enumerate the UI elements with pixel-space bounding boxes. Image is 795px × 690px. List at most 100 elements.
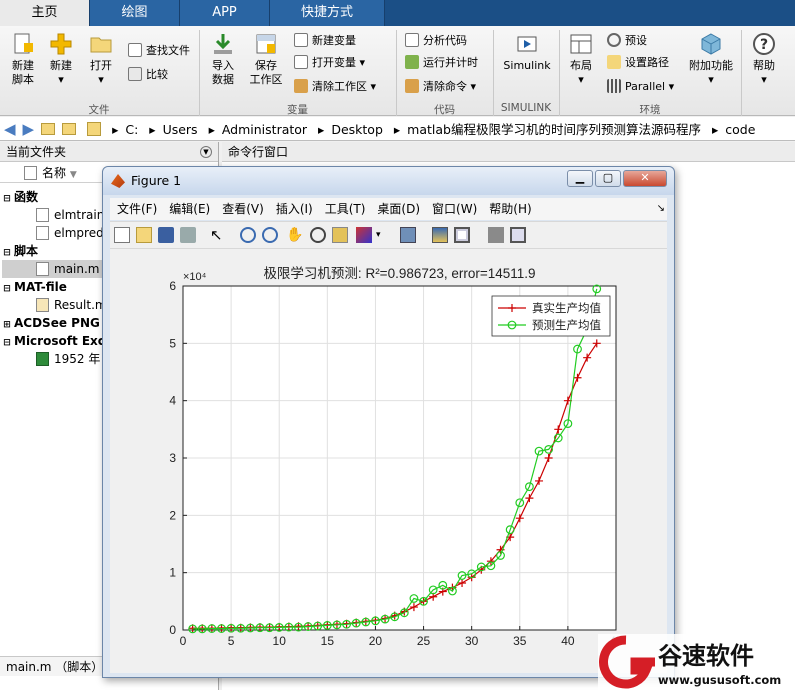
breadcrumb-segment[interactable]: code <box>725 122 755 137</box>
dock-arrow-icon[interactable]: ↘ <box>657 198 665 220</box>
zoom-out-icon[interactable] <box>262 227 278 243</box>
tree-group-functions[interactable]: ⊟ 函数 <box>0 188 38 206</box>
breadcrumb-segment[interactable]: C: <box>125 122 138 137</box>
menu-window[interactable]: 窗口(W) <box>432 202 477 216</box>
watermark-logo: 谷速软件 www.gususoft.com <box>598 634 795 690</box>
menu-help[interactable]: 帮助(H) <box>489 202 531 216</box>
hide-plot-tools-icon[interactable] <box>488 227 504 243</box>
menu-edit[interactable]: 编辑(E) <box>169 202 210 216</box>
analyze-code-button[interactable]: 分析代码 <box>405 32 467 50</box>
colorbar-icon[interactable] <box>432 227 448 243</box>
simulink-button[interactable]: Simulink <box>500 32 554 73</box>
figure-window[interactable]: Figure 1 ▁ ▢ ✕ 文件(F) 编辑(E) 查看(V) 插入(I) 工具(T)… <box>102 166 675 678</box>
ribbon-tab-bar: 主页 绘图 APP 快捷方式 <box>0 0 795 26</box>
preferences-button[interactable]: 预设 <box>607 32 647 50</box>
new-variable-button[interactable]: 新建变量 <box>294 32 356 50</box>
maximize-button[interactable]: ▢ <box>595 170 621 187</box>
pointer-icon[interactable]: ↖ <box>210 227 226 243</box>
browse-icon[interactable] <box>62 123 77 135</box>
brush-icon[interactable] <box>356 227 372 243</box>
x-tick-label: 20 <box>369 634 383 648</box>
list-item[interactable]: elmtrain <box>36 206 104 224</box>
data-cursor-icon[interactable] <box>332 227 348 243</box>
list-item[interactable]: elmpredi <box>36 224 107 242</box>
tab-shortcuts[interactable]: 快捷方式 <box>270 0 385 26</box>
ribbon: 新建 脚本 新建 ▾ 打开 ▾ 查找文件 比较 文件 导入 数据 保存 工作区 新建… <box>0 26 795 116</box>
tree-group-microsoft-excel[interactable]: ⊟ Microsoft Exc <box>0 332 105 350</box>
compare-button[interactable]: 比较 <box>128 66 168 84</box>
tree-group-scripts[interactable]: ⊟ 脚本 <box>0 242 38 260</box>
tree-group-mat-file[interactable]: ⊟ MAT-file <box>0 278 67 296</box>
zoom-in-icon[interactable] <box>240 227 256 243</box>
show-plot-tools-icon[interactable] <box>510 227 526 243</box>
import-data-button[interactable]: 导入 数据 <box>206 32 240 87</box>
run-and-time-button[interactable]: 运行并计时 <box>405 54 478 72</box>
new-button[interactable]: 新建 ▾ <box>44 32 78 87</box>
new-script-button[interactable]: 新建 脚本 <box>6 32 40 87</box>
run-time-icon <box>405 55 419 69</box>
find-files-button[interactable]: 查找文件 <box>128 42 190 60</box>
open-button[interactable]: 打开 ▾ <box>84 32 118 87</box>
forward-icon[interactable]: ▶ <box>23 120 35 138</box>
compare-icon <box>128 67 142 81</box>
menu-desktop[interactable]: 桌面(D) <box>377 202 420 216</box>
root-folder-icon <box>87 122 102 136</box>
up-folder-icon[interactable] <box>41 123 56 135</box>
current-folder-header: 当前文件夹 ▼ <box>0 142 218 162</box>
y-tick-label: 3 <box>169 451 176 465</box>
figure-canvas: 0510152025303540450123456×10⁴极限学习机预测: R²… <box>110 249 667 673</box>
tab-plots[interactable]: 绘图 <box>90 0 180 26</box>
clear-workspace-button[interactable]: 清除工作区 ▾ <box>294 78 376 96</box>
set-path-button[interactable]: 设置路径 <box>607 54 669 72</box>
new-figure-icon[interactable] <box>114 227 130 243</box>
tab-apps[interactable]: APP <box>180 0 270 26</box>
save-icon[interactable] <box>158 227 174 243</box>
brush-icon <box>405 79 419 93</box>
list-item[interactable]: 1952 年 <box>36 350 100 368</box>
excel-file-icon <box>36 352 49 366</box>
legend-label: 真实生产均值 <box>532 301 601 315</box>
tab-home[interactable]: 主页 <box>0 0 90 26</box>
y-tick-label: 5 <box>169 336 176 350</box>
save-workspace-button[interactable]: 保存 工作区 <box>246 32 286 87</box>
brush-dropdown-icon[interactable]: ▾ <box>376 227 392 243</box>
file-icon <box>24 166 37 180</box>
breadcrumb-segment[interactable]: Desktop <box>331 122 383 137</box>
separator <box>741 30 742 116</box>
open-variable-button[interactable]: 打开变量 ▾ <box>294 54 365 72</box>
link-plot-icon[interactable] <box>400 227 416 243</box>
tree-group-acdsee-png[interactable]: ⊞ ACDSee PNG <box>0 314 100 332</box>
pan-hand-icon[interactable]: ✋ <box>286 227 303 243</box>
breadcrumb-segment[interactable]: Administrator <box>222 122 307 137</box>
menu-file[interactable]: 文件(F) <box>117 202 157 216</box>
back-icon[interactable]: ◀ <box>4 120 16 138</box>
file-group-label: 文件 <box>88 104 110 116</box>
menu-insert[interactable]: 插入(I) <box>276 202 313 216</box>
menu-view[interactable]: 查看(V) <box>222 202 264 216</box>
svg-text:?: ? <box>760 37 768 53</box>
help-button[interactable]: ? 帮助 ▾ <box>748 32 780 87</box>
layout-icon <box>570 34 592 54</box>
legend-icon[interactable] <box>454 227 470 243</box>
panel-menu-icon[interactable]: ▼ <box>200 146 212 158</box>
close-button[interactable]: ✕ <box>623 170 667 187</box>
figure-title-bar[interactable]: Figure 1 ▁ ▢ ✕ <box>103 167 674 195</box>
breadcrumb-segment[interactable]: matlab编程极限学习机的时间序列预测算法源码程序 <box>407 122 701 137</box>
list-item[interactable]: Result.m <box>36 296 107 314</box>
function-file-icon <box>36 226 49 240</box>
y-tick-label: 6 <box>169 279 176 293</box>
minimize-button[interactable]: ▁ <box>567 170 593 187</box>
open-file-icon[interactable] <box>136 227 152 243</box>
breadcrumb-segment[interactable]: Users <box>163 122 198 137</box>
open-variable-icon <box>294 55 308 69</box>
clear-commands-button[interactable]: 清除命令 ▾ <box>405 78 476 96</box>
chart[interactable]: 0510152025303540450123456×10⁴极限学习机预测: R²… <box>110 249 667 673</box>
rotate-3d-icon[interactable] <box>310 227 326 243</box>
layout-button[interactable]: 布局 ▾ <box>564 32 598 87</box>
parallel-button[interactable]: Parallel ▾ <box>607 78 674 96</box>
x-tick-label: 0 <box>180 634 187 648</box>
print-icon[interactable] <box>180 227 196 243</box>
add-ons-button[interactable]: 附加功能 ▾ <box>686 32 736 87</box>
address-bar: ◀ ▶ ▸ C: ▸ Users ▸ Administrator ▸ Desktop ▸ m… <box>0 117 795 141</box>
menu-tools[interactable]: 工具(T) <box>325 202 366 216</box>
